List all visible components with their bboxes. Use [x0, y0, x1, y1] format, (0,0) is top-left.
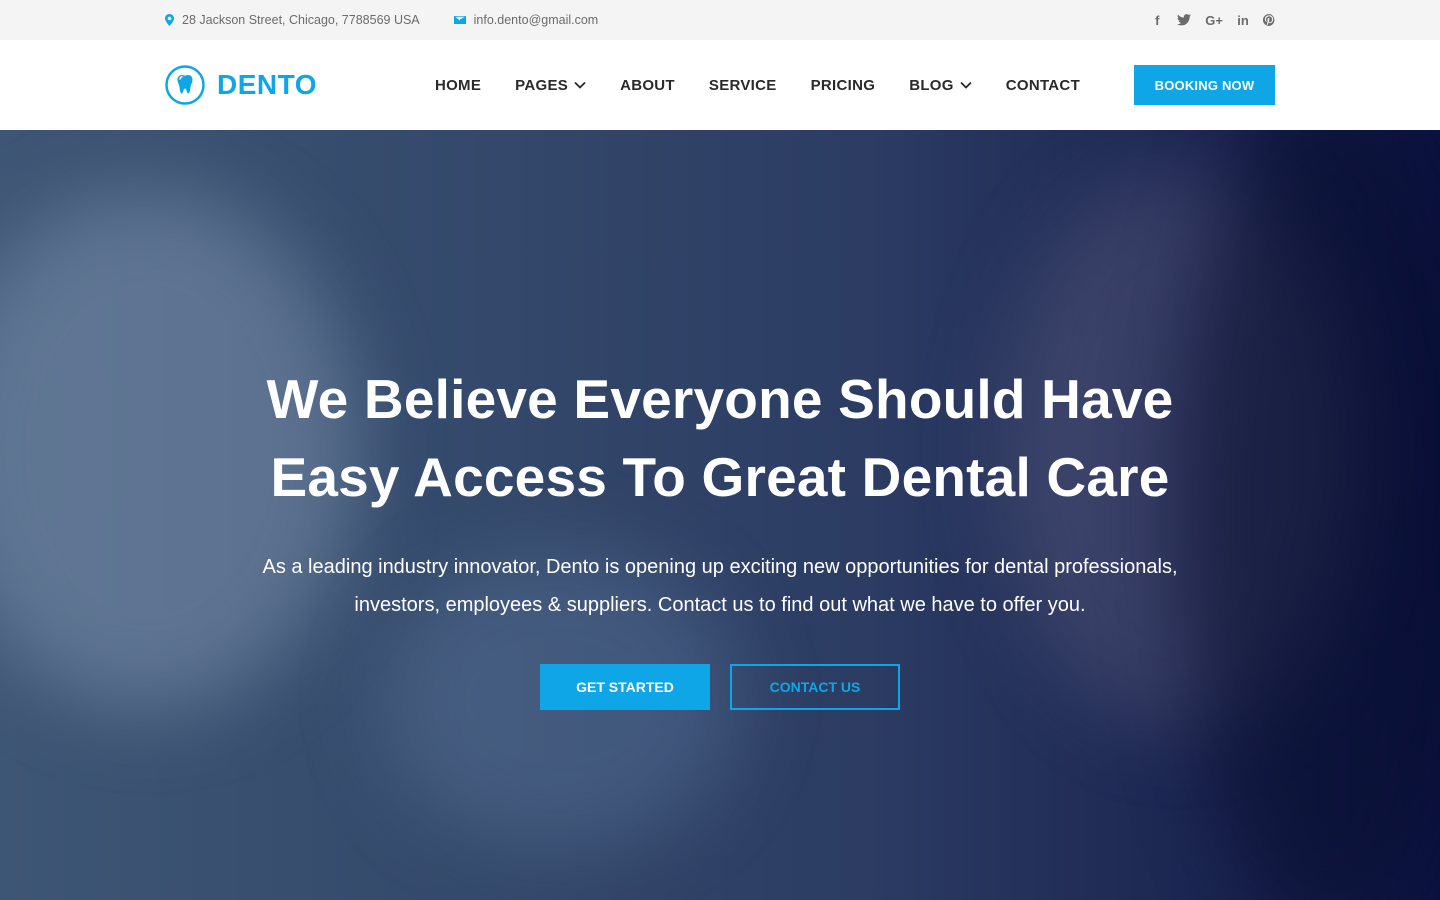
hero-title-line: We Believe Everyone Should Have: [266, 368, 1174, 430]
booking-now-button[interactable]: BOOKING NOW: [1133, 65, 1275, 105]
social-links: f G+ in: [1151, 14, 1275, 27]
hero-subtitle-line: investors, employees & suppliers. Contac…: [354, 594, 1086, 616]
contact-us-button[interactable]: CONTACT US: [730, 664, 900, 710]
nav-item-pricing[interactable]: PRICING: [811, 77, 876, 94]
address-item: 28 Jackson Street, Chicago, 7788569 USA: [165, 13, 420, 27]
nav-item-service[interactable]: SERVICE: [709, 77, 777, 94]
twitter-icon[interactable]: [1177, 14, 1192, 26]
facebook-icon[interactable]: f: [1151, 14, 1163, 27]
email-item[interactable]: info.dento@gmail.com: [453, 13, 599, 27]
envelope-icon: [453, 16, 466, 24]
top-info-bar: 28 Jackson Street, Chicago, 7788569 USA …: [0, 0, 1440, 40]
chevron-down-icon: [574, 81, 586, 89]
contact-info: 28 Jackson Street, Chicago, 7788569 USA …: [165, 13, 598, 27]
site-logo[interactable]: DENTO: [165, 65, 317, 105]
hero-section: We Believe Everyone Should Have Easy Acc…: [0, 130, 1440, 900]
hero-title: We Believe Everyone Should Have Easy Acc…: [0, 360, 1440, 516]
hero-buttons: GET STARTED CONTACT US: [0, 664, 1440, 710]
chevron-down-icon: [960, 81, 972, 89]
main-header: DENTO HOME PAGES ABOUT SERVICE PRICING B…: [0, 40, 1440, 130]
hero-subtitle-line: As a leading industry innovator, Dento i…: [262, 556, 1178, 578]
tooth-logo-icon: [165, 65, 205, 105]
address-text: 28 Jackson Street, Chicago, 7788569 USA: [182, 13, 420, 27]
get-started-button[interactable]: GET STARTED: [540, 664, 710, 710]
hero-title-line: Easy Access To Great Dental Care: [270, 446, 1170, 508]
nav-item-about[interactable]: ABOUT: [620, 77, 675, 94]
hero-content: We Believe Everyone Should Have Easy Acc…: [0, 360, 1440, 710]
main-nav: HOME PAGES ABOUT SERVICE PRICING BLOG CO…: [435, 77, 1080, 94]
google-plus-icon[interactable]: G+: [1205, 14, 1223, 27]
linkedin-icon[interactable]: in: [1237, 14, 1249, 27]
pinterest-icon[interactable]: [1263, 14, 1275, 26]
nav-item-home[interactable]: HOME: [435, 77, 481, 94]
nav-item-contact[interactable]: CONTACT: [1006, 77, 1080, 94]
nav-item-blog[interactable]: BLOG: [909, 77, 972, 94]
hero-subtitle: As a leading industry innovator, Dento i…: [0, 548, 1440, 624]
logo-text: DENTO: [217, 69, 317, 100]
email-link[interactable]: info.dento@gmail.com: [474, 13, 599, 27]
map-marker-icon: [165, 14, 174, 26]
nav-item-pages[interactable]: PAGES: [515, 77, 586, 94]
